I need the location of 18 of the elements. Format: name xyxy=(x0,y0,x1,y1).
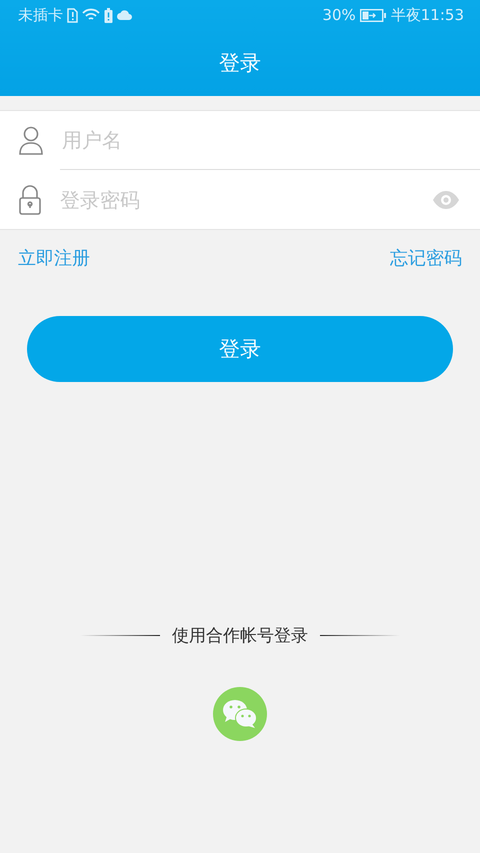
battery-percent: 30% xyxy=(322,6,356,24)
chat-bubbles-icon xyxy=(222,699,258,729)
forgot-password-link[interactable]: 忘记密码 xyxy=(390,246,462,270)
page-title: 登录 xyxy=(219,50,261,77)
sim-icon xyxy=(67,8,78,22)
chat-login-button[interactable] xyxy=(213,687,267,741)
battery-charging-icon xyxy=(360,8,387,22)
login-button[interactable]: 登录 xyxy=(27,316,453,382)
cloud-icon xyxy=(117,10,132,20)
user-icon xyxy=(18,126,44,156)
eye-icon[interactable] xyxy=(432,190,460,208)
partner-login-label: 使用合作帐号登录 xyxy=(172,625,308,647)
wifi-icon xyxy=(82,8,100,22)
register-link[interactable]: 立即注册 xyxy=(18,246,90,270)
clock-time: 半夜11:53 xyxy=(390,6,464,24)
carrier-text: 未插卡 xyxy=(18,6,63,24)
battery-alert-icon xyxy=(104,8,113,22)
lock-icon xyxy=(18,184,42,214)
